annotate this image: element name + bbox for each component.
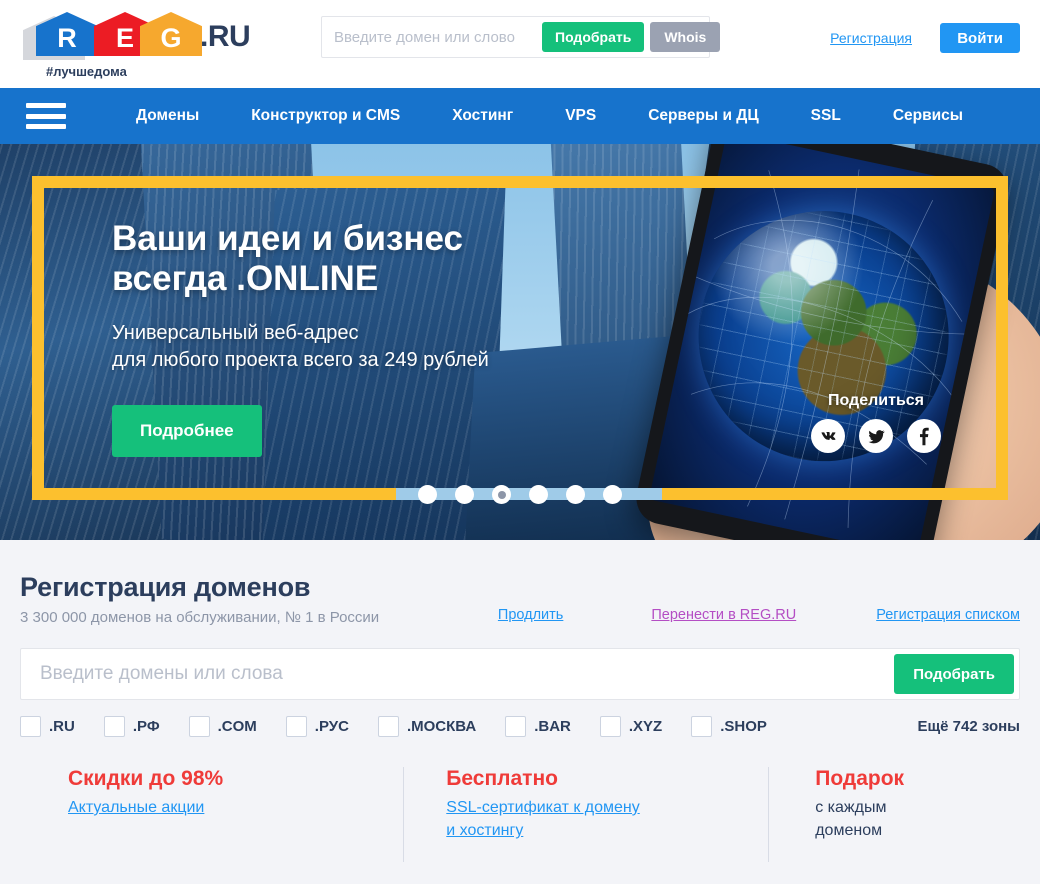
promo-free-ssl: Бесплатно SSL-сертификат к домену и хост… <box>404 767 770 863</box>
carousel-dot-3-active[interactable] <box>492 485 511 504</box>
hero-subheading: Универсальный веб-адрес для любого проек… <box>112 320 489 375</box>
zone-rus[interactable]: .РУС <box>285 716 349 737</box>
zone-moskva[interactable]: .МОСКВА <box>377 716 477 737</box>
promo-free-ssl-link-line2[interactable]: и хостингу <box>446 819 751 842</box>
zone-xyz-checkbox[interactable] <box>599 716 621 737</box>
domain-search-input[interactable] <box>26 654 895 694</box>
promo-row: Скидки до 98% Актуальные акции Бесплатно… <box>20 767 1020 863</box>
zone-bar-checkbox[interactable] <box>505 716 527 737</box>
promo-discounts-link[interactable]: Актуальные акции <box>68 796 386 819</box>
domain-search-box: Подобрать <box>20 648 1020 700</box>
domain-section-header: Регистрация доменов 3 300 000 доменов на… <box>20 572 1020 626</box>
nav-item-constructor-cms[interactable]: Конструктор и CMS <box>225 107 426 125</box>
site-header: R E G .RU #лучшедома Подобрать Whois Рег… <box>0 0 1040 88</box>
zone-moskva-label: .МОСКВА <box>406 718 477 735</box>
header-pick-button[interactable]: Подобрать <box>542 22 645 52</box>
promo-free-ssl-link-line1[interactable]: SSL-сертификат к домену <box>446 796 751 819</box>
facebook-icon[interactable] <box>907 419 941 453</box>
logo-letter-e: E <box>115 23 134 53</box>
domain-subtitle: 3 300 000 доменов на обслуживании, № 1 в… <box>20 609 380 626</box>
link-transfer-to-regru[interactable]: Перенести в REG.RU <box>651 607 796 623</box>
carousel-dot-2[interactable] <box>455 485 474 504</box>
zone-rus-label: .РУС <box>314 718 349 735</box>
domain-pick-button[interactable]: Подобрать <box>894 654 1014 694</box>
promo-gift-text: с каждым доменом <box>815 796 1002 842</box>
carousel-dot-6[interactable] <box>603 485 622 504</box>
more-zones-link[interactable]: Ещё 742 зоны <box>918 718 1020 735</box>
promo-gift-text-line1: с каждым <box>815 799 887 816</box>
zone-bar-label: .BAR <box>534 718 571 735</box>
promo-discounts-title: Скидки до 98% <box>68 767 224 790</box>
zone-com-label: .COM <box>217 718 257 735</box>
carousel-dot-5[interactable] <box>566 485 585 504</box>
hamburger-icon[interactable] <box>26 103 66 129</box>
page-title: Регистрация доменов <box>20 572 311 602</box>
hero-heading: Ваши идеи и бизнес всегда .ONLINE <box>112 219 489 300</box>
header-search-box: Подобрать Whois <box>321 16 721 58</box>
tld-zone-filters: .RU .РФ .COM .РУС .МОСКВА .BAR .XYZ .SHO… <box>20 716 1020 737</box>
share-block: Поделиться <box>811 392 941 453</box>
nav-item-vps[interactable]: VPS <box>539 107 622 125</box>
zone-ru[interactable]: .RU <box>20 716 75 737</box>
zone-rf-checkbox[interactable] <box>103 716 125 737</box>
hero-sub-line2: для любого проекта всего за 249 рублей <box>112 349 489 372</box>
zone-ru-label: .RU <box>49 718 75 735</box>
nav-item-ssl[interactable]: SSL <box>785 107 867 125</box>
nav-item-hosting[interactable]: Хостинг <box>426 107 539 125</box>
logo-tagline: #лучшедома <box>46 64 127 79</box>
domain-registration-section: Регистрация доменов 3 300 000 доменов на… <box>0 540 1040 863</box>
nav-item-domains[interactable]: Домены <box>110 107 225 125</box>
hero-banner[interactable]: Ваши идеи и бизнес всегда .ONLINE Универ… <box>0 144 1040 540</box>
zone-com-checkbox[interactable] <box>188 716 210 737</box>
vk-icon[interactable] <box>811 419 845 453</box>
promo-free-ssl-title: Бесплатно <box>446 767 558 790</box>
login-button[interactable]: Войти <box>940 23 1020 53</box>
zone-moskva-checkbox[interactable] <box>377 716 399 737</box>
zone-xyz[interactable]: .XYZ <box>599 716 663 737</box>
carousel-dots <box>0 485 1040 504</box>
domain-action-links: Продлить Перенести в REG.RU Регистрация … <box>498 607 1020 626</box>
share-title: Поделиться <box>827 392 925 409</box>
zone-shop[interactable]: .SHOP <box>691 716 767 737</box>
network-lines <box>686 169 975 528</box>
hero-sub-line1: Универсальный веб-адрес <box>112 321 359 344</box>
hero-cta-button[interactable]: Подробнее <box>112 404 262 457</box>
header-search-input[interactable] <box>325 20 542 54</box>
promo-gift-text-line2: доменом <box>815 822 883 840</box>
nav-item-servers-dc[interactable]: Серверы и ДЦ <box>622 107 784 125</box>
promo-gift: Подарок с каждым доменом <box>769 767 1020 842</box>
link-prolong[interactable]: Продлить <box>498 607 563 623</box>
whois-button[interactable]: Whois <box>650 22 721 52</box>
carousel-dot-1[interactable] <box>418 485 437 504</box>
zone-rf-label: .РФ <box>132 718 160 735</box>
twitter-icon[interactable] <box>859 419 893 453</box>
zone-rus-checkbox[interactable] <box>285 716 307 737</box>
zone-xyz-label: .XYZ <box>628 718 663 735</box>
logo-suffix: .RU <box>200 20 251 53</box>
zone-bar[interactable]: .BAR <box>505 716 571 737</box>
site-logo[interactable]: R E G .RU #лучшедома <box>22 6 312 79</box>
hero-heading-line1: Ваши идеи и бизнес <box>112 219 463 258</box>
zone-com[interactable]: .COM <box>188 716 257 737</box>
logo-houses: R E G .RU <box>22 6 312 60</box>
promo-discounts: Скидки до 98% Актуальные акции <box>20 767 405 863</box>
zone-shop-label: .SHOP <box>720 718 767 735</box>
logo-letter-r: R <box>57 23 77 53</box>
register-link[interactable]: Регистрация <box>830 30 912 46</box>
logo-house-r: R <box>36 12 98 56</box>
logo-letter-g: G <box>160 23 182 53</box>
nav-item-services[interactable]: Сервисы <box>867 107 989 125</box>
hero-heading-line2: всегда .ONLINE <box>112 259 379 299</box>
hero-text-block: Ваши идеи и бизнес всегда .ONLINE Универ… <box>112 219 489 457</box>
link-bulk-registration[interactable]: Регистрация списком <box>876 607 1020 623</box>
promo-gift-title: Подарок <box>815 767 905 790</box>
zone-ru-checkbox[interactable] <box>20 716 41 737</box>
main-nav: Домены Конструктор и CMS Хостинг VPS Сер… <box>0 88 1040 144</box>
zone-rf[interactable]: .РФ <box>103 716 160 737</box>
carousel-dot-4[interactable] <box>529 485 548 504</box>
zone-shop-checkbox[interactable] <box>691 716 713 737</box>
logo-house-g: G <box>140 12 202 56</box>
